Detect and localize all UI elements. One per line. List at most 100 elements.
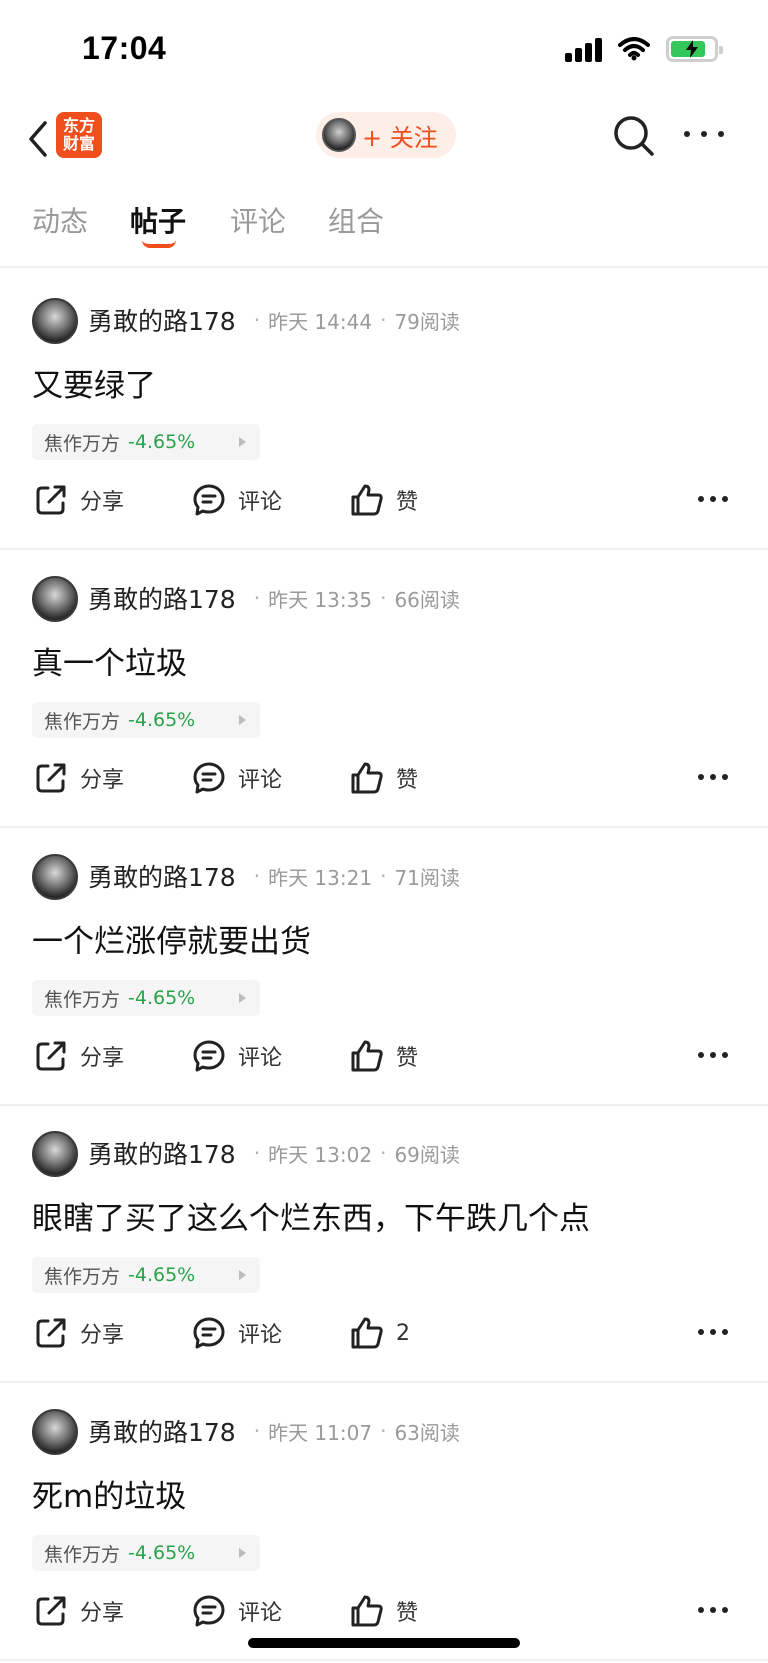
comment-button[interactable]: 评论: [192, 472, 282, 528]
post-time: 昨天 14:44: [268, 309, 373, 334]
stock-change: -4.65%: [128, 431, 196, 453]
post-author[interactable]: 勇敢的路178: [88, 1135, 236, 1171]
meta-separator: ·: [380, 1141, 387, 1165]
comment-icon: [193, 484, 225, 516]
meta-separator: ·: [380, 308, 387, 332]
tab-posts[interactable]: 帖子: [130, 200, 186, 240]
post-more-icon[interactable]: [698, 496, 728, 502]
like-label: 赞: [396, 1601, 419, 1626]
like-button[interactable]: 2: [350, 1305, 410, 1361]
post-content[interactable]: 死m的垃圾: [32, 1471, 186, 1516]
stock-tag[interactable]: 焦作万方 -4.65%: [32, 1535, 260, 1571]
share-icon: [36, 1041, 66, 1071]
stock-name: 焦作万方: [44, 710, 121, 733]
comment-button[interactable]: 评论: [192, 1305, 282, 1361]
share-icon: [36, 1596, 66, 1626]
status-bar: 17:04: [0, 0, 768, 100]
post-content[interactable]: 又要绿了: [32, 360, 156, 405]
like-button[interactable]: 赞: [350, 472, 418, 528]
avatar[interactable]: [32, 576, 78, 622]
thumbs-up-icon: [351, 1595, 383, 1627]
thumbs-up-icon: [351, 484, 383, 516]
share-button[interactable]: 分享: [34, 1583, 124, 1639]
comment-button[interactable]: 评论: [192, 1583, 282, 1639]
comment-icon: [193, 1317, 225, 1349]
triangle-right-icon: [239, 437, 246, 447]
triangle-right-icon: [239, 1548, 246, 1558]
post-meta: 勇敢的路178 · 昨天 13:21 · 71阅读: [88, 858, 460, 894]
thumbs-up-icon: [351, 762, 383, 794]
share-button[interactable]: 分享: [34, 1305, 124, 1361]
post-card[interactable]: 勇敢的路178 · 昨天 13:21 · 71阅读 一个烂涨停就要出货 焦作万方…: [0, 828, 768, 1106]
comment-icon: [193, 1595, 225, 1627]
like-label: 赞: [396, 490, 419, 515]
post-author[interactable]: 勇敢的路178: [88, 580, 236, 616]
post-content[interactable]: 一个烂涨停就要出货: [32, 916, 311, 961]
cellular-signal-icon: [565, 36, 602, 62]
comment-label: 评论: [238, 490, 283, 515]
comment-label: 评论: [238, 1601, 283, 1626]
share-button[interactable]: 分享: [34, 472, 124, 528]
meta-separator: ·: [380, 864, 387, 888]
post-actions: 分享 评论 赞: [0, 472, 768, 528]
share-button[interactable]: 分享: [34, 750, 124, 806]
comment-button[interactable]: 评论: [192, 750, 282, 806]
stock-tag[interactable]: 焦作万方 -4.65%: [32, 1257, 260, 1293]
search-button[interactable]: [612, 114, 656, 158]
post-meta: 勇敢的路178 · 昨天 11:07 · 63阅读: [88, 1413, 460, 1449]
tab-dynamics[interactable]: 动态: [32, 200, 88, 240]
post-content[interactable]: 眼瞎了买了这么个烂东西，下午跌几个点: [32, 1193, 590, 1238]
post-meta: 勇敢的路178 · 昨天 14:44 · 79阅读: [88, 302, 460, 338]
post-card[interactable]: 勇敢的路178 · 昨天 13:02 · 69阅读 眼瞎了买了这么个烂东西，下午…: [0, 1105, 768, 1383]
post-time: 昨天 13:21: [268, 865, 373, 890]
share-label: 分享: [80, 1601, 125, 1626]
back-button[interactable]: [18, 114, 58, 164]
share-label: 分享: [80, 1323, 125, 1348]
post-reads: 79阅读: [394, 309, 460, 334]
like-label: 2: [396, 1320, 410, 1346]
more-options-icon[interactable]: [684, 124, 724, 144]
tab-portfolios[interactable]: 组合: [328, 200, 384, 240]
like-button[interactable]: 赞: [350, 750, 418, 806]
post-actions: 分享 评论 赞: [0, 1028, 768, 1084]
post-more-icon[interactable]: [698, 774, 728, 780]
post-content[interactable]: 真一个垃圾: [32, 638, 187, 683]
stock-change: -4.65%: [128, 1542, 196, 1564]
search-icon: [614, 116, 654, 156]
tab-comments[interactable]: 评论: [230, 200, 286, 240]
meta-separator: ·: [253, 1141, 261, 1165]
avatar[interactable]: [32, 298, 78, 344]
meta-separator: ·: [380, 1419, 387, 1443]
share-label: 分享: [80, 1046, 125, 1071]
stock-tag[interactable]: 焦作万方 -4.65%: [32, 702, 260, 738]
like-label: 赞: [396, 1046, 419, 1071]
stock-tag[interactable]: 焦作万方 -4.65%: [32, 424, 260, 460]
wifi-icon: [618, 37, 650, 61]
post-author[interactable]: 勇敢的路178: [88, 858, 236, 894]
avatar[interactable]: [32, 1409, 78, 1455]
post-card[interactable]: 勇敢的路178 · 昨天 11:07 · 63阅读 死m的垃圾 焦作万方 -4.…: [0, 1383, 768, 1661]
stock-change: -4.65%: [128, 987, 196, 1009]
post-more-icon[interactable]: [698, 1329, 728, 1335]
post-reads: 69阅读: [394, 1142, 460, 1167]
avatar[interactable]: [32, 1131, 78, 1177]
post-more-icon[interactable]: [698, 1052, 728, 1058]
comment-label: 评论: [238, 1046, 283, 1071]
avatar: [322, 118, 356, 152]
comment-button[interactable]: 评论: [192, 1028, 282, 1084]
like-button[interactable]: 赞: [350, 1028, 418, 1084]
post-more-icon[interactable]: [698, 1607, 728, 1613]
share-icon: [36, 485, 66, 515]
battery-icon: [666, 36, 723, 62]
share-button[interactable]: 分享: [34, 1028, 124, 1084]
follow-button[interactable]: + 关注: [316, 112, 456, 158]
post-card[interactable]: 勇敢的路178 · 昨天 14:44 · 79阅读 又要绿了 焦作万方 -4.6…: [0, 272, 768, 550]
avatar[interactable]: [32, 854, 78, 900]
post-author[interactable]: 勇敢的路178: [88, 302, 236, 338]
like-button[interactable]: 赞: [350, 1583, 418, 1639]
like-label: 赞: [396, 768, 419, 793]
post-author[interactable]: 勇敢的路178: [88, 1413, 236, 1449]
stock-tag[interactable]: 焦作万方 -4.65%: [32, 980, 260, 1016]
thumbs-up-icon: [351, 1317, 383, 1349]
post-card[interactable]: 勇敢的路178 · 昨天 13:35 · 66阅读 真一个垃圾 焦作万方 -4.…: [0, 550, 768, 828]
